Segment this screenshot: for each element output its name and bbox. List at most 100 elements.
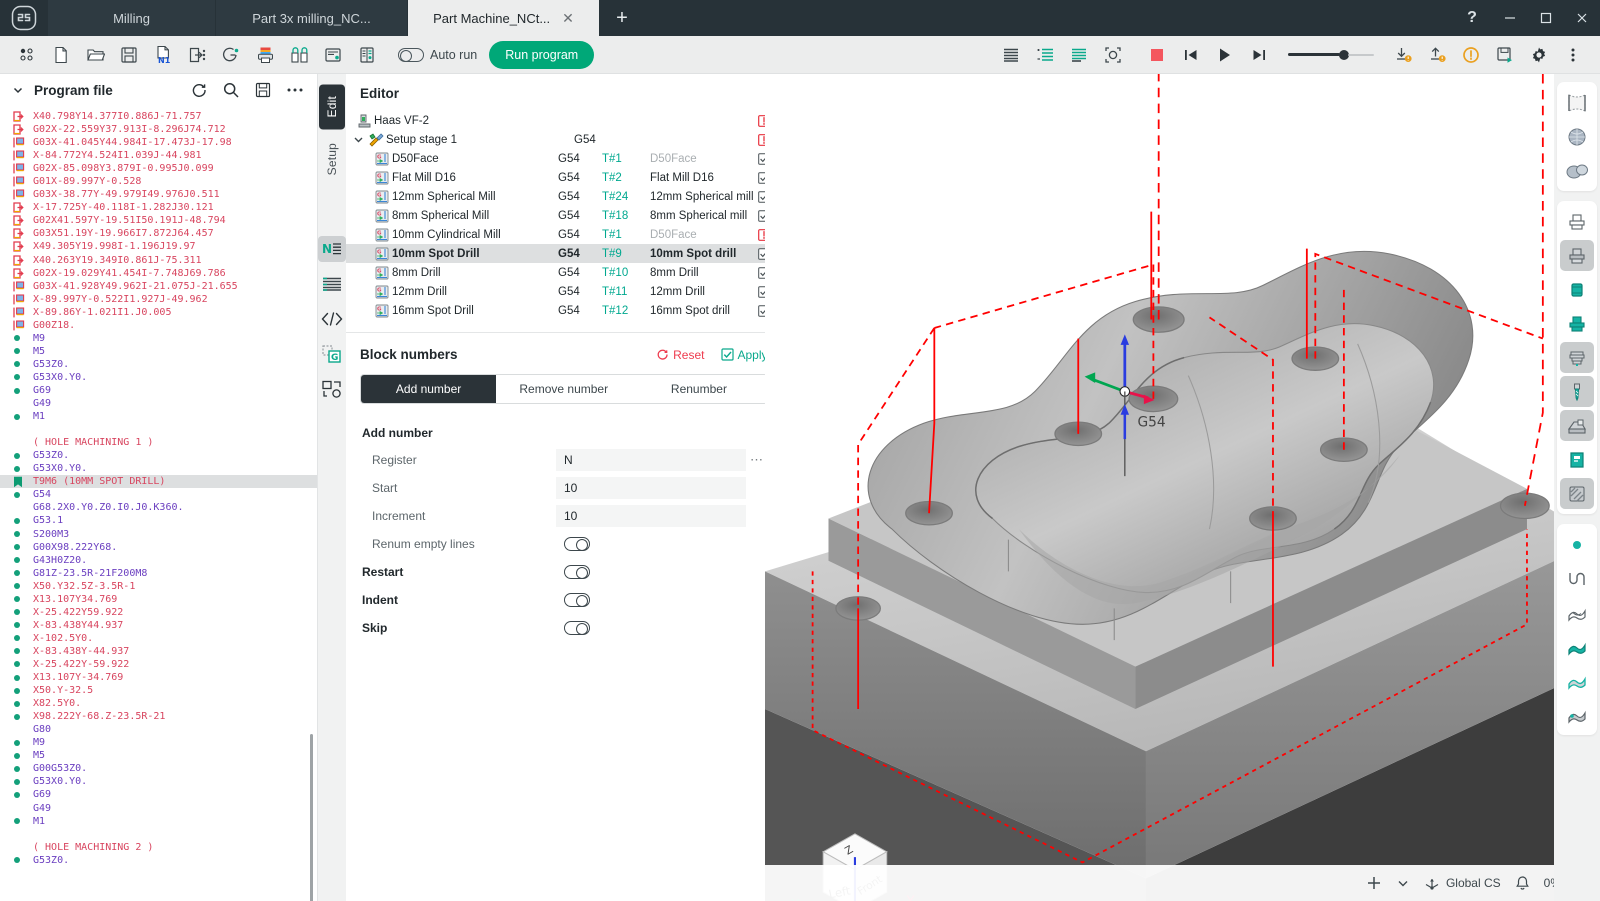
skip-toggle[interactable]: [564, 621, 590, 635]
stop-icon[interactable]: [1141, 40, 1173, 70]
gcode-line[interactable]: M9: [0, 736, 317, 749]
gcode-line[interactable]: X-102.5Y0.: [0, 632, 317, 645]
gcode-line[interactable]: G54: [0, 488, 317, 501]
gcode-line-marker[interactable]: [5, 202, 33, 213]
gcode-line[interactable]: G00X98.222Y68.: [0, 541, 317, 554]
new-nc-file-icon[interactable]: N1: [147, 40, 179, 70]
chevron-down-icon[interactable]: [12, 84, 24, 96]
gcode-line-marker[interactable]: [5, 634, 33, 642]
gcode-line-marker[interactable]: [5, 150, 33, 161]
gcode-line[interactable]: X40.263Y19.349I0.861J-75.311: [0, 254, 317, 267]
list-lines-icon[interactable]: [995, 40, 1027, 70]
close-window-button[interactable]: [1564, 0, 1600, 36]
gcode-line-marker[interactable]: [5, 307, 33, 318]
gcode-line-marker[interactable]: [5, 360, 33, 368]
gcode-line[interactable]: G69: [0, 788, 317, 801]
part-teal-icon[interactable]: [1560, 274, 1594, 305]
gcode-line[interactable]: G03X51.19Y-19.966I7.872J64.457: [0, 227, 317, 240]
stock-solid-icon[interactable]: [1560, 240, 1594, 271]
gcode-line[interactable]: X40.798Y14.377I0.886J-71.757: [0, 110, 317, 123]
gcode-line-marker[interactable]: [5, 241, 33, 252]
auto-run-toggle[interactable]: Auto run: [398, 48, 477, 62]
gcode-line[interactable]: G02X41.597Y-19.51I50.191J-48.794: [0, 214, 317, 227]
gcode-line-marker[interactable]: [5, 530, 33, 538]
gcode-line-marker[interactable]: [5, 687, 33, 695]
gcode-editor[interactable]: X40.798Y14.377I0.886J-71.757G02X-22.559Y…: [0, 104, 317, 901]
tab-setup[interactable]: Setup: [319, 131, 345, 187]
open-folder-icon[interactable]: [79, 40, 111, 70]
register-input[interactable]: N: [556, 449, 746, 471]
operation-row[interactable]: G8mm Spherical MillG54T#188mm Spherical …: [346, 206, 784, 225]
print-color-icon[interactable]: [249, 40, 281, 70]
gcode-line[interactable]: X-83.438Y44.937: [0, 619, 317, 632]
increment-input[interactable]: 10: [556, 505, 746, 527]
download-warning-icon[interactable]: [1387, 40, 1419, 70]
gcode-line[interactable]: G01X-89.997Y-0.528: [0, 175, 317, 188]
mesh-sphere-icon[interactable]: [1560, 121, 1594, 152]
gcode-line-marker[interactable]: [5, 320, 33, 331]
gcode-line-marker[interactable]: [5, 713, 33, 721]
gcode-line[interactable]: G00G53Z0.: [0, 762, 317, 775]
gcode-scrollbar[interactable]: [310, 734, 313, 901]
gcode-line[interactable]: G53X0.Y0.: [0, 775, 317, 788]
gcode-line-marker[interactable]: [5, 124, 33, 135]
operation-row[interactable]: G12mm Spherical MillG54T#2412mm Spherica…: [346, 187, 784, 206]
solid-shaded-icon[interactable]: [1560, 155, 1594, 186]
gcode-line[interactable]: [0, 828, 317, 841]
gcode-line-marker[interactable]: [5, 373, 33, 381]
gcode-line-marker[interactable]: [5, 660, 33, 668]
tab-milling[interactable]: Milling: [48, 0, 216, 36]
gcode-line-marker[interactable]: [5, 608, 33, 616]
surface-outline-icon[interactable]: [1560, 597, 1594, 628]
machine-row[interactable]: Haas VF-2: [346, 111, 784, 130]
gcode-line[interactable]: ( HOLE MACHINING 1 ): [0, 436, 317, 449]
tool-holder-icon[interactable]: [1560, 376, 1594, 407]
gcode-line[interactable]: G53X0.Y0.: [0, 371, 317, 384]
reset-button[interactable]: Reset: [656, 348, 704, 362]
gcode-line[interactable]: X-89.86Y-1.021I1.J0.005: [0, 306, 317, 319]
machine-control-icon[interactable]: [317, 40, 349, 70]
gcode-line[interactable]: S200M3: [0, 528, 317, 541]
gcode-line-marker[interactable]: [5, 817, 33, 825]
operation-row[interactable]: GD50FaceG54T#1D50Face: [346, 149, 784, 168]
operation-row[interactable]: G8mm DrillG54T#108mm Drill: [346, 263, 784, 282]
gcode-line-marker[interactable]: [5, 765, 33, 773]
gcode-line[interactable]: X49.305Y19.998I-1.196J19.97: [0, 240, 317, 253]
close-icon[interactable]: ✕: [562, 11, 574, 25]
global-cs-button[interactable]: Global CS: [1424, 875, 1501, 891]
surface-shaded-icon[interactable]: [1560, 665, 1594, 696]
gcode-line[interactable]: G03X-38.77Y-49.979I49.976J0.511: [0, 188, 317, 201]
machine-stack-icon[interactable]: [1560, 342, 1594, 373]
save-icon[interactable]: [251, 78, 275, 102]
gcode-line-marker[interactable]: [5, 255, 33, 266]
gcode-line[interactable]: X82.5Y0.: [0, 697, 317, 710]
gcode-line[interactable]: G03X-41.045Y44.984I-17.473J-17.98: [0, 136, 317, 149]
gcode-line-marker[interactable]: [5, 491, 33, 499]
gcode-line-marker[interactable]: [5, 582, 33, 590]
save-run-icon[interactable]: [1489, 40, 1521, 70]
gcode-line[interactable]: X-84.772Y4.524I1.039J-44.981: [0, 149, 317, 162]
add-tab-button[interactable]: +: [600, 0, 644, 36]
operation-row[interactable]: G10mm Spot DrillG54T#910mm Spot drill: [346, 244, 784, 263]
tab-add-number[interactable]: Add number: [361, 375, 496, 403]
gcode-line[interactable]: M1: [0, 815, 317, 828]
gcode-line-marker[interactable]: [5, 700, 33, 708]
gcode-line[interactable]: G53.1: [0, 514, 317, 527]
gcode-line[interactable]: G00Z18.: [0, 319, 317, 332]
gcode-line-marker[interactable]: [5, 778, 33, 786]
gcode-line[interactable]: G49: [0, 397, 317, 410]
gcode-line-marker[interactable]: [5, 268, 33, 279]
gcode-line[interactable]: X-25.422Y-59.922: [0, 658, 317, 671]
compare-icon[interactable]: [283, 40, 315, 70]
point-display-icon[interactable]: [1560, 529, 1594, 560]
gcode-line[interactable]: G53Z0.: [0, 449, 317, 462]
indent-toggle[interactable]: [564, 593, 590, 607]
gcode-line[interactable]: [0, 423, 317, 436]
gcode-line-marker[interactable]: [5, 452, 33, 460]
operation-row[interactable]: GFlat Mill D16G54T#2Flat Mill D16: [346, 168, 784, 187]
more-horizontal-icon[interactable]: [283, 78, 307, 102]
gcode-line-marker[interactable]: [5, 334, 33, 342]
transform-teal-icon[interactable]: [1560, 444, 1594, 475]
gcode-line-marker[interactable]: [5, 347, 33, 355]
gcode-line-marker[interactable]: [5, 517, 33, 525]
